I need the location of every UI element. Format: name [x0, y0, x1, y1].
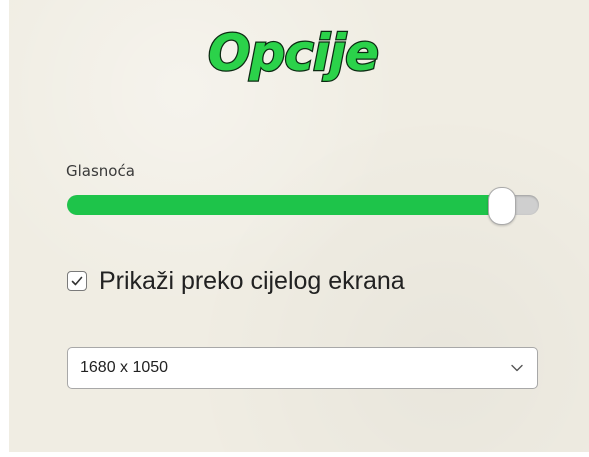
chevron-down-icon: [511, 364, 523, 372]
resolution-select[interactable]: 1680 x 1050: [67, 347, 538, 389]
fullscreen-label: Prikaži preko cijelog ekrana: [99, 266, 405, 295]
checkmark-icon: [71, 276, 83, 286]
options-title: Opcije: [207, 23, 381, 84]
fullscreen-checkbox[interactable]: [67, 271, 87, 291]
resolution-select-value: 1680 x 1050: [80, 359, 169, 376]
fullscreen-option[interactable]: Prikaži preko cijelog ekrana: [67, 263, 405, 299]
volume-slider[interactable]: [67, 187, 539, 225]
volume-label: Glasnoća: [66, 162, 135, 180]
volume-slider-thumb[interactable]: [488, 187, 517, 225]
options-panel: Opcije Glasnoća Prikaži preko cijelog ek…: [9, 0, 589, 452]
volume-slider-track[interactable]: [67, 195, 539, 215]
volume-slider-fill: [67, 195, 502, 215]
